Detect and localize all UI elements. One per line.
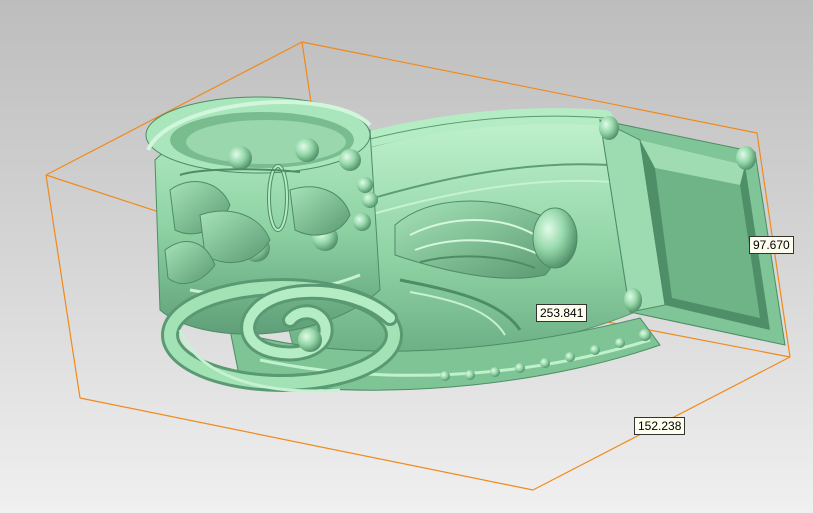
dimension-label-width: 152.238	[634, 417, 686, 435]
dimension-label-height: 97.670	[749, 236, 794, 254]
dimension-label-length: 253.841	[536, 304, 588, 322]
model-scene[interactable]	[0, 0, 813, 513]
3d-viewport[interactable]: 97.670 253.841 152.238	[0, 0, 813, 513]
